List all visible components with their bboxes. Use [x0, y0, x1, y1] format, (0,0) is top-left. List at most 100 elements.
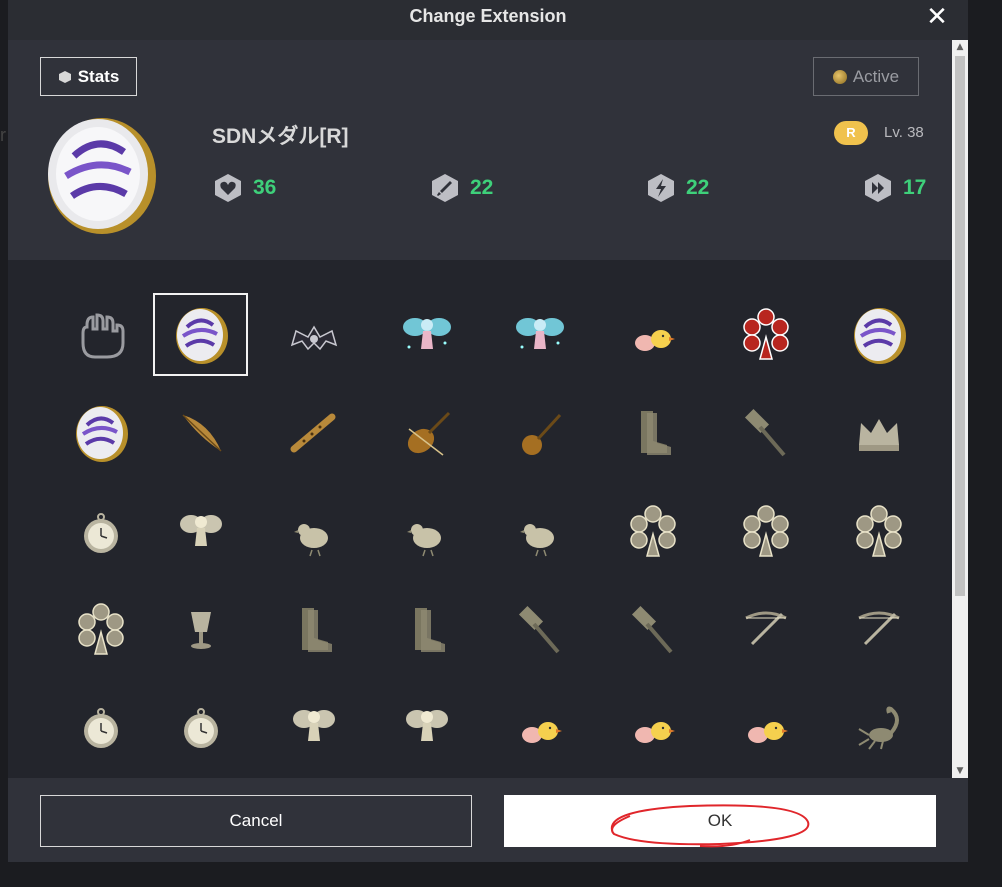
extension-item[interactable]: [718, 588, 813, 671]
extension-item[interactable]: [492, 391, 587, 474]
extension-item[interactable]: [153, 588, 248, 671]
blue-fairy-icon: [515, 317, 564, 349]
dialog-header: Change Extension: [8, 0, 968, 40]
sitar-icon: [521, 413, 561, 455]
extension-item[interactable]: [492, 685, 587, 768]
scroll-up-arrow-icon[interactable]: ▲: [952, 40, 968, 54]
shield-icon: [58, 70, 71, 83]
extension-item[interactable]: [379, 391, 474, 474]
chicks-icon: [634, 721, 675, 743]
extension-item[interactable]: [266, 490, 361, 573]
stat-hp: 36: [213, 173, 276, 203]
empty-hand-icon: [81, 312, 124, 358]
stat-magic: 22: [646, 173, 709, 203]
extension-item[interactable]: [492, 490, 587, 573]
extension-item[interactable]: [266, 685, 361, 768]
boots-icon: [414, 607, 445, 652]
scroll-down-arrow-icon[interactable]: ▼: [952, 764, 968, 778]
heart-icon: [215, 174, 241, 202]
item-name: SDNメダル[R]: [212, 125, 349, 148]
fairy-icon: [179, 514, 222, 546]
lightning-icon: [648, 174, 674, 202]
bird-icon: [293, 523, 328, 556]
coin-icon: [832, 69, 847, 84]
pocket-watch-icon: [83, 707, 118, 748]
pocket-watch-icon: [183, 707, 218, 748]
extension-item[interactable]: [379, 293, 474, 376]
sdn-medal-icon: [75, 405, 128, 462]
stat-magic-value: 22: [686, 176, 710, 199]
extension-item[interactable]: [266, 391, 361, 474]
chicks-icon: [521, 721, 562, 743]
extension-item[interactable]: [53, 391, 148, 474]
extension-item[interactable]: [53, 685, 148, 768]
item-grid: [8, 260, 952, 778]
sdn-medal-large-icon: [48, 118, 156, 234]
bat-wings-icon: [290, 325, 337, 350]
sword-icon: [432, 174, 458, 202]
extension-item[interactable]: [153, 685, 248, 768]
stat-attack: 22: [430, 173, 493, 203]
hammer-icon: [744, 408, 786, 456]
extension-item[interactable]: [605, 391, 700, 474]
goblet-icon: [190, 611, 211, 649]
crossbow-icon: [744, 611, 787, 645]
feather-quill-icon: [181, 413, 222, 452]
extension-item[interactable]: [831, 391, 926, 474]
crossbow-icon: [857, 611, 900, 645]
extension-item[interactable]: [831, 293, 926, 376]
extension-item[interactable]: [492, 588, 587, 671]
pocket-watch-icon: [83, 512, 118, 553]
stats-panel: Stats Active SDNメダル[R] R Lv. 38 36 22 22: [8, 40, 952, 260]
extension-item[interactable]: [266, 588, 361, 671]
crown-icon: [858, 418, 899, 451]
extension-item[interactable]: [379, 490, 474, 573]
extension-item[interactable]: [153, 490, 248, 573]
ok-button[interactable]: OK: [504, 795, 936, 847]
hammer-icon: [518, 605, 560, 653]
extension-item[interactable]: [53, 490, 148, 573]
extension-item[interactable]: [718, 293, 813, 376]
dialog-footer: Cancel OK: [8, 778, 968, 862]
boots-icon: [301, 607, 332, 652]
extension-item[interactable]: [266, 293, 361, 376]
extension-item[interactable]: [831, 685, 926, 768]
extension-item[interactable]: [605, 685, 700, 768]
boots-icon: [640, 410, 671, 455]
bird-icon: [519, 523, 554, 556]
extension-item[interactable]: [379, 588, 474, 671]
extension-item[interactable]: [718, 685, 813, 768]
extension-item[interactable]: [379, 685, 474, 768]
extension-item[interactable]: [605, 293, 700, 376]
sdn-medal-icon: [175, 307, 228, 364]
extension-item[interactable]: [492, 293, 587, 376]
extension-item[interactable]: [831, 490, 926, 573]
chicks-icon: [634, 329, 675, 351]
extension-item[interactable]: [718, 490, 813, 573]
fairy-icon: [405, 709, 448, 741]
extension-item[interactable]: [831, 588, 926, 671]
hammer-icon: [631, 605, 673, 653]
stats-button-label: Stats: [77, 66, 120, 86]
stat-hp-value: 36: [253, 176, 277, 199]
sdn-medal-icon: [853, 307, 906, 364]
extension-item[interactable]: [53, 588, 148, 671]
extension-item[interactable]: [718, 391, 813, 474]
active-button[interactable]: Active: [813, 57, 919, 96]
ferris-wheel-icon: [742, 504, 789, 557]
scroll-thumb[interactable]: [955, 56, 965, 596]
violin-icon: [407, 411, 450, 456]
stats-button[interactable]: Stats: [40, 57, 137, 96]
cancel-button[interactable]: Cancel: [40, 795, 472, 847]
blue-fairy-icon: [402, 317, 451, 349]
extension-item[interactable]: [53, 293, 148, 376]
scrollbar[interactable]: ▲ ▼: [952, 40, 968, 778]
extension-item[interactable]: [153, 391, 248, 474]
ferris-wheel-icon: [855, 504, 902, 557]
extension-item[interactable]: [605, 588, 700, 671]
level-text: Lv. 38: [884, 124, 924, 141]
extension-item[interactable]: [153, 293, 248, 376]
extension-item[interactable]: [605, 490, 700, 573]
close-icon[interactable]: ✕: [922, 3, 952, 33]
flute-icon: [290, 413, 335, 452]
